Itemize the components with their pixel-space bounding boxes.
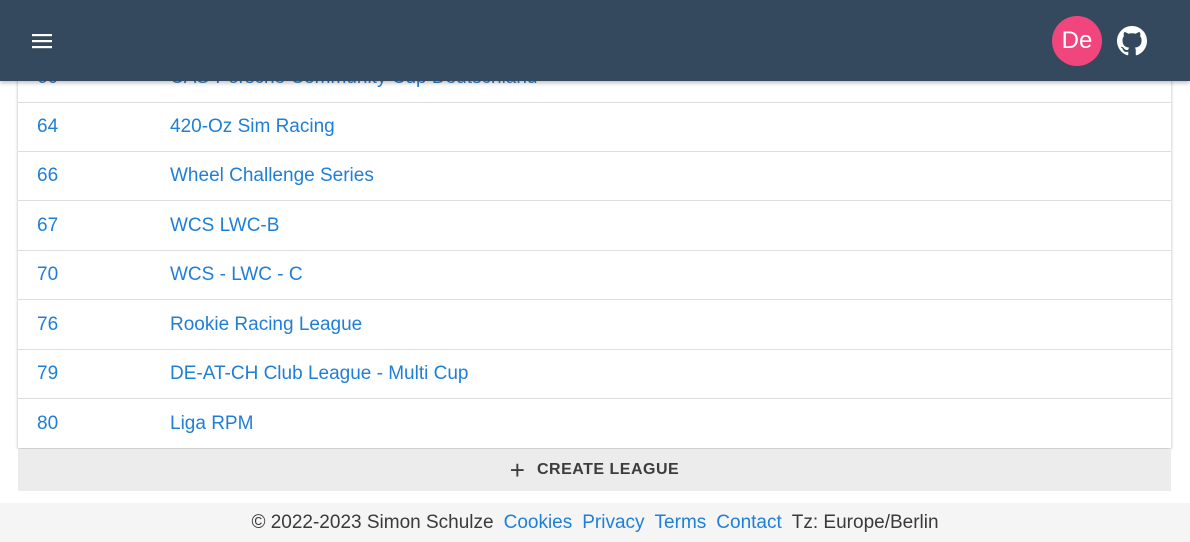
github-button[interactable] bbox=[1112, 21, 1152, 61]
hamburger-menu-icon bbox=[32, 34, 52, 49]
create-league-label: CREATE LEAGUE bbox=[536, 461, 680, 478]
league-id[interactable]: 67 bbox=[37, 201, 58, 250]
table-row[interactable]: 70 WCS - LWC - C bbox=[18, 250, 1171, 300]
user-avatar[interactable]: De bbox=[1052, 16, 1102, 66]
timezone-text: Tz: Europe/Berlin bbox=[791, 511, 939, 533]
league-name[interactable]: WCS - LWC - C bbox=[170, 250, 303, 299]
copyright-text: © 2022-2023 Simon Schulze bbox=[251, 511, 494, 533]
league-name[interactable]: WCS LWC-B bbox=[170, 201, 279, 250]
menu-button[interactable] bbox=[22, 21, 62, 61]
league-id[interactable]: 64 bbox=[37, 102, 58, 151]
avatar-initials: De bbox=[1061, 27, 1093, 54]
table-row[interactable]: 67 WCS LWC-B bbox=[18, 201, 1171, 251]
privacy-link[interactable]: Privacy bbox=[582, 512, 644, 534]
league-id[interactable]: 70 bbox=[37, 250, 58, 299]
footer: © 2022-2023 Simon Schulze Cookies Privac… bbox=[0, 503, 1190, 542]
league-name[interactable]: Rookie Racing League bbox=[170, 300, 362, 349]
league-id[interactable]: 76 bbox=[37, 300, 58, 349]
league-id[interactable]: 80 bbox=[37, 399, 58, 448]
league-name[interactable]: 420-Oz Sim Racing bbox=[170, 102, 335, 151]
table-row[interactable]: 80 Liga RPM bbox=[18, 399, 1171, 448]
table-row[interactable]: 66 Wheel Challenge Series bbox=[18, 151, 1171, 201]
contact-link[interactable]: Contact bbox=[716, 512, 781, 534]
plus-icon: + bbox=[509, 455, 525, 485]
terms-link[interactable]: Terms bbox=[655, 512, 707, 534]
league-name[interactable]: Wheel Challenge Series bbox=[170, 151, 374, 200]
league-id[interactable]: 79 bbox=[37, 349, 58, 398]
github-icon bbox=[1117, 26, 1147, 56]
league-name[interactable]: DE-AT-CH Club League - Multi Cup bbox=[170, 349, 468, 398]
table-row[interactable]: 79 DE-AT-CH Club League - Multi Cup bbox=[18, 349, 1171, 399]
app-bar: De bbox=[0, 0, 1190, 81]
table-row[interactable]: 76 Rookie Racing League bbox=[18, 300, 1171, 350]
create-league-button[interactable]: + CREATE LEAGUE bbox=[18, 449, 1171, 491]
table-row[interactable]: 64 420-Oz Sim Racing bbox=[18, 102, 1171, 152]
league-id[interactable]: 66 bbox=[37, 151, 58, 200]
league-name[interactable]: Liga RPM bbox=[170, 399, 253, 448]
cookies-link[interactable]: Cookies bbox=[504, 512, 573, 534]
